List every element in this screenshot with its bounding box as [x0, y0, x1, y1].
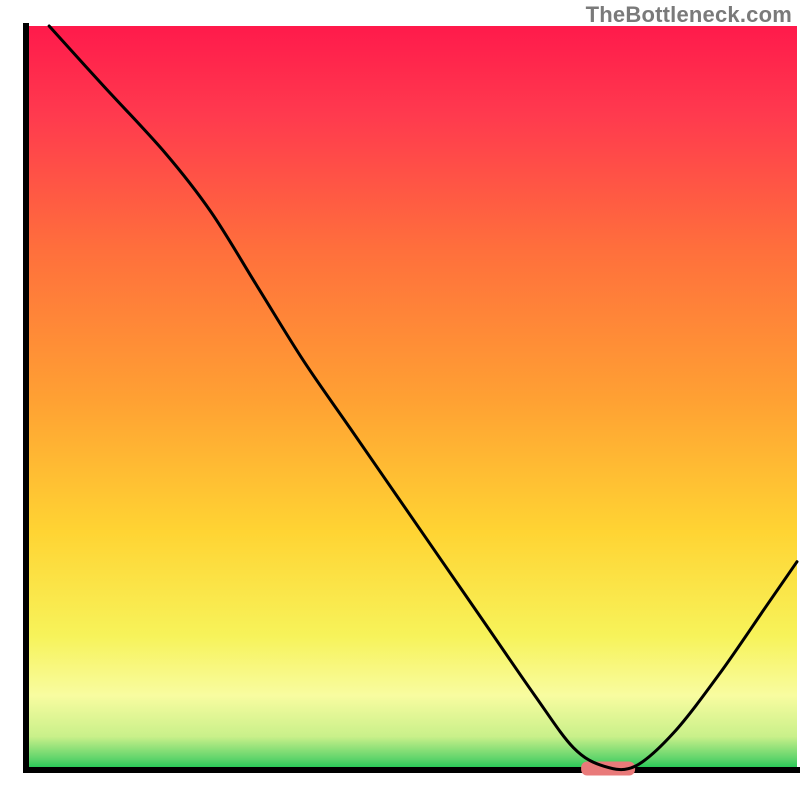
plot-background: [26, 26, 797, 770]
bottleneck-chart: [0, 0, 800, 800]
watermark-label: TheBottleneck.com: [586, 2, 792, 28]
chart-container: TheBottleneck.com: [0, 0, 800, 800]
